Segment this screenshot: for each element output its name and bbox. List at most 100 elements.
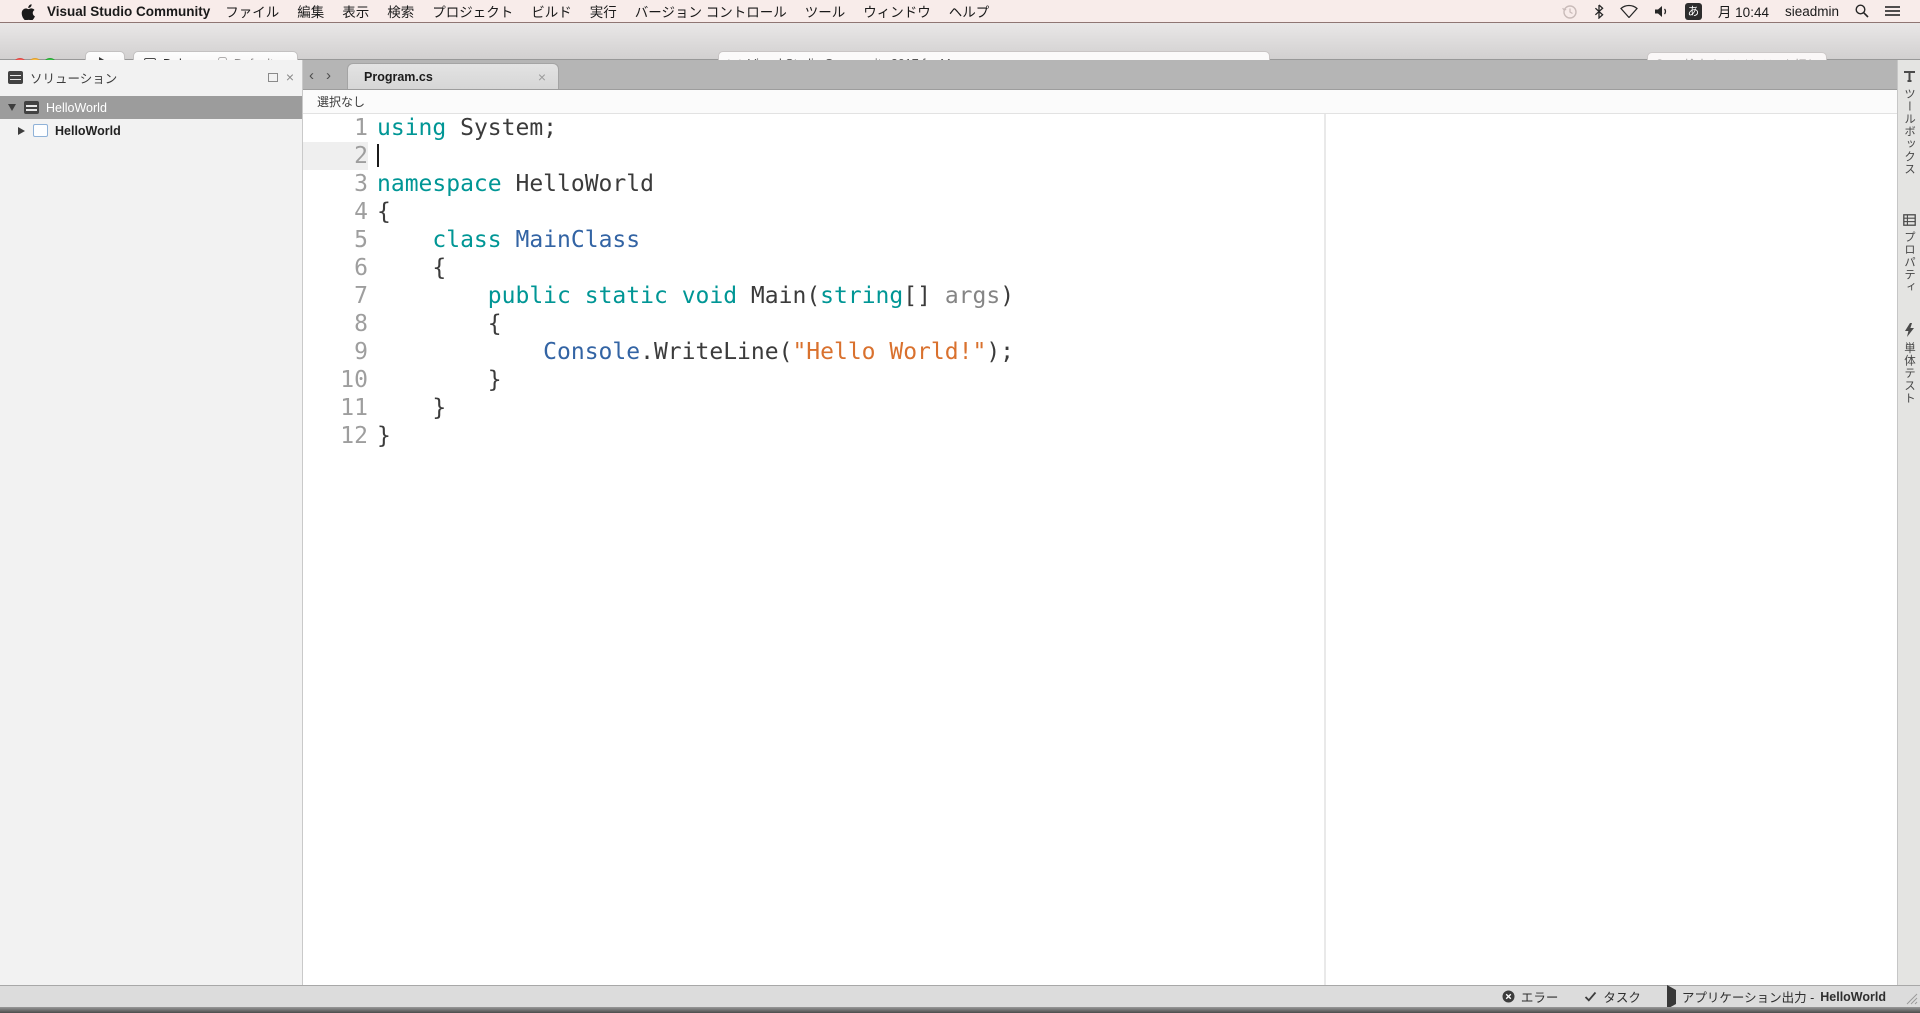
code-line[interactable]: 3namespace HelloWorld — [303, 170, 1897, 198]
tree-item-label: HelloWorld — [46, 101, 107, 115]
task-icon — [1584, 991, 1597, 1002]
expand-icon[interactable] — [18, 127, 25, 135]
code-lines: 1 using System; 23namespace HelloWorld4{5 … — [303, 114, 1897, 450]
tab-close-icon[interactable]: × — [538, 70, 546, 84]
menu-app-name[interactable]: Visual Studio Community — [47, 4, 210, 19]
project-icon — [33, 124, 48, 137]
line-number: 9 — [303, 338, 368, 366]
code-line-content: Console.WriteLine("Hello World!"); — [377, 338, 1014, 366]
unit-test-icon — [1904, 323, 1915, 337]
notification-center-icon[interactable] — [1877, 0, 1908, 22]
main-area: ソリューション × HelloWorld HelloWorld ‹ › Progr… — [0, 60, 1920, 985]
menu-item[interactable]: ビルド — [522, 1, 581, 21]
code-line[interactable]: 12} — [303, 422, 1897, 450]
text-caret — [377, 144, 379, 167]
bluetooth-icon[interactable] — [1586, 0, 1612, 22]
tree-item-label: HelloWorld — [55, 124, 121, 138]
menu-item[interactable]: ウィンドウ — [854, 1, 940, 21]
input-method-icon[interactable]: あ — [1677, 0, 1710, 22]
code-line-content: { — [377, 310, 502, 338]
menu-items: ファイル編集表示検索プロジェクトビルド実行バージョン コントロールツールウィンド… — [216, 1, 998, 21]
menu-item[interactable]: ツール — [796, 1, 855, 21]
menu-item[interactable]: 検索 — [378, 1, 423, 21]
resize-grip[interactable] — [1905, 992, 1918, 1005]
wifi-icon[interactable] — [1612, 0, 1646, 22]
statusbar-item-label: アプリケーション出力 - — [1682, 987, 1814, 1006]
tree-item-project[interactable]: HelloWorld — [0, 119, 302, 142]
code-line-content: { — [377, 198, 391, 226]
volume-icon[interactable] — [1646, 0, 1677, 22]
code-line[interactable]: 6 { — [303, 254, 1897, 282]
tab-label: Program.cs — [364, 70, 433, 84]
navigate-forward-icon[interactable]: › — [326, 67, 331, 84]
code-line[interactable]: 11 } — [303, 394, 1897, 422]
code-line[interactable]: 7 public static void Main(string[] args) — [303, 282, 1897, 310]
tab-strip: ‹ › Program.cs × — [303, 60, 1897, 90]
editor-region: ‹ › Program.cs × 選択なし 1 using System; 23na… — [303, 60, 1897, 985]
solution-icon — [24, 101, 39, 114]
solution-tree: HelloWorld HelloWorld — [0, 96, 302, 142]
menu-item[interactable]: プロジェクト — [423, 1, 522, 21]
tab-program-cs[interactable]: Program.cs × — [347, 63, 559, 89]
code-line-content: using System; — [377, 114, 557, 142]
dock-pad-icon[interactable] — [268, 73, 278, 82]
statusbar-task-button[interactable]: タスク — [1584, 987, 1641, 1006]
menu-item[interactable]: 実行 — [581, 1, 626, 21]
close-pad-icon[interactable]: × — [286, 70, 294, 84]
menu-clock[interactable]: 月 10:44 — [1710, 0, 1777, 22]
code-line[interactable]: 10 } — [303, 366, 1897, 394]
menu-item[interactable]: ファイル — [216, 1, 288, 21]
line-number: 8 — [303, 310, 368, 338]
line-number: 6 — [303, 254, 368, 282]
menu-item[interactable]: 表示 — [333, 1, 378, 21]
time-machine-icon[interactable] — [1553, 0, 1586, 22]
solution-pad-header: ソリューション × — [0, 60, 302, 90]
menu-item[interactable]: ヘルプ — [940, 1, 999, 21]
code-line[interactable]: 9 Console.WriteLine("Hello World!"); — [303, 338, 1897, 366]
pad-tab-プロパティ[interactable]: プロパティ — [1901, 214, 1917, 294]
code-line-content: } — [377, 422, 391, 450]
menu-bar-status: あ 月 10:44 sieadmin — [1553, 0, 1920, 22]
error-icon — [1502, 990, 1515, 1003]
right-pad-strip: ツールボックスプロパティ単体テスト — [1897, 60, 1920, 985]
statusbar-error-button[interactable]: エラー — [1502, 987, 1559, 1006]
code-line[interactable]: 4{ — [303, 198, 1897, 226]
line-number: 5 — [303, 226, 368, 254]
code-line-content: } — [377, 366, 502, 394]
window-toolbar: Debug › Default ⋈ Visual Studio Communit… — [0, 22, 1920, 60]
tree-item-solution[interactable]: HelloWorld — [0, 96, 302, 119]
line-number: 11 — [303, 394, 368, 422]
code-editor[interactable]: 1 using System; 23namespace HelloWorld4{5 … — [303, 114, 1897, 985]
solution-pad-title: ソリューション — [30, 68, 117, 87]
breadcrumb[interactable]: 選択なし — [303, 90, 1897, 114]
window-bottom-edge — [0, 1007, 1920, 1013]
line-number: 7 — [303, 282, 368, 310]
spotlight-icon[interactable] — [1847, 0, 1877, 22]
collapse-icon[interactable] — [8, 104, 16, 111]
breadcrumb-label: 選択なし — [317, 93, 365, 110]
navigate-back-icon[interactable]: ‹ — [309, 67, 314, 84]
line-number: 12 — [303, 422, 368, 450]
line-number: 1 — [303, 114, 368, 142]
statusbar-item-label: タスク — [1603, 987, 1641, 1006]
code-line-content: } — [377, 394, 446, 422]
code-line[interactable]: 1 using System; — [303, 114, 1897, 142]
solution-pad-icon — [8, 71, 23, 84]
menu-item[interactable]: バージョン コントロール — [626, 1, 796, 21]
code-line[interactable]: 8 { — [303, 310, 1897, 338]
apple-icon[interactable] — [20, 3, 35, 20]
line-number: 2 — [303, 142, 368, 170]
code-line[interactable]: 5 class MainClass — [303, 226, 1897, 254]
menu-item[interactable]: 編集 — [288, 1, 333, 21]
pad-tab-単体テスト[interactable]: 単体テスト — [1901, 323, 1917, 405]
pad-tab-ツールボックス[interactable]: ツールボックス — [1901, 70, 1917, 176]
statusbar-output-button[interactable]: アプリケーション出力 - HelloWorld — [1667, 987, 1886, 1006]
code-line-content — [377, 142, 379, 170]
pad-tab-label: プロパティ — [1901, 231, 1917, 294]
properties-icon — [1903, 214, 1916, 226]
code-line-content: public static void Main(string[] args) — [377, 282, 1014, 310]
menu-username[interactable]: sieadmin — [1777, 0, 1847, 22]
toolbox-icon — [1903, 70, 1916, 83]
code-line[interactable]: 2 — [303, 142, 1897, 170]
code-line-content: class MainClass — [377, 226, 640, 254]
